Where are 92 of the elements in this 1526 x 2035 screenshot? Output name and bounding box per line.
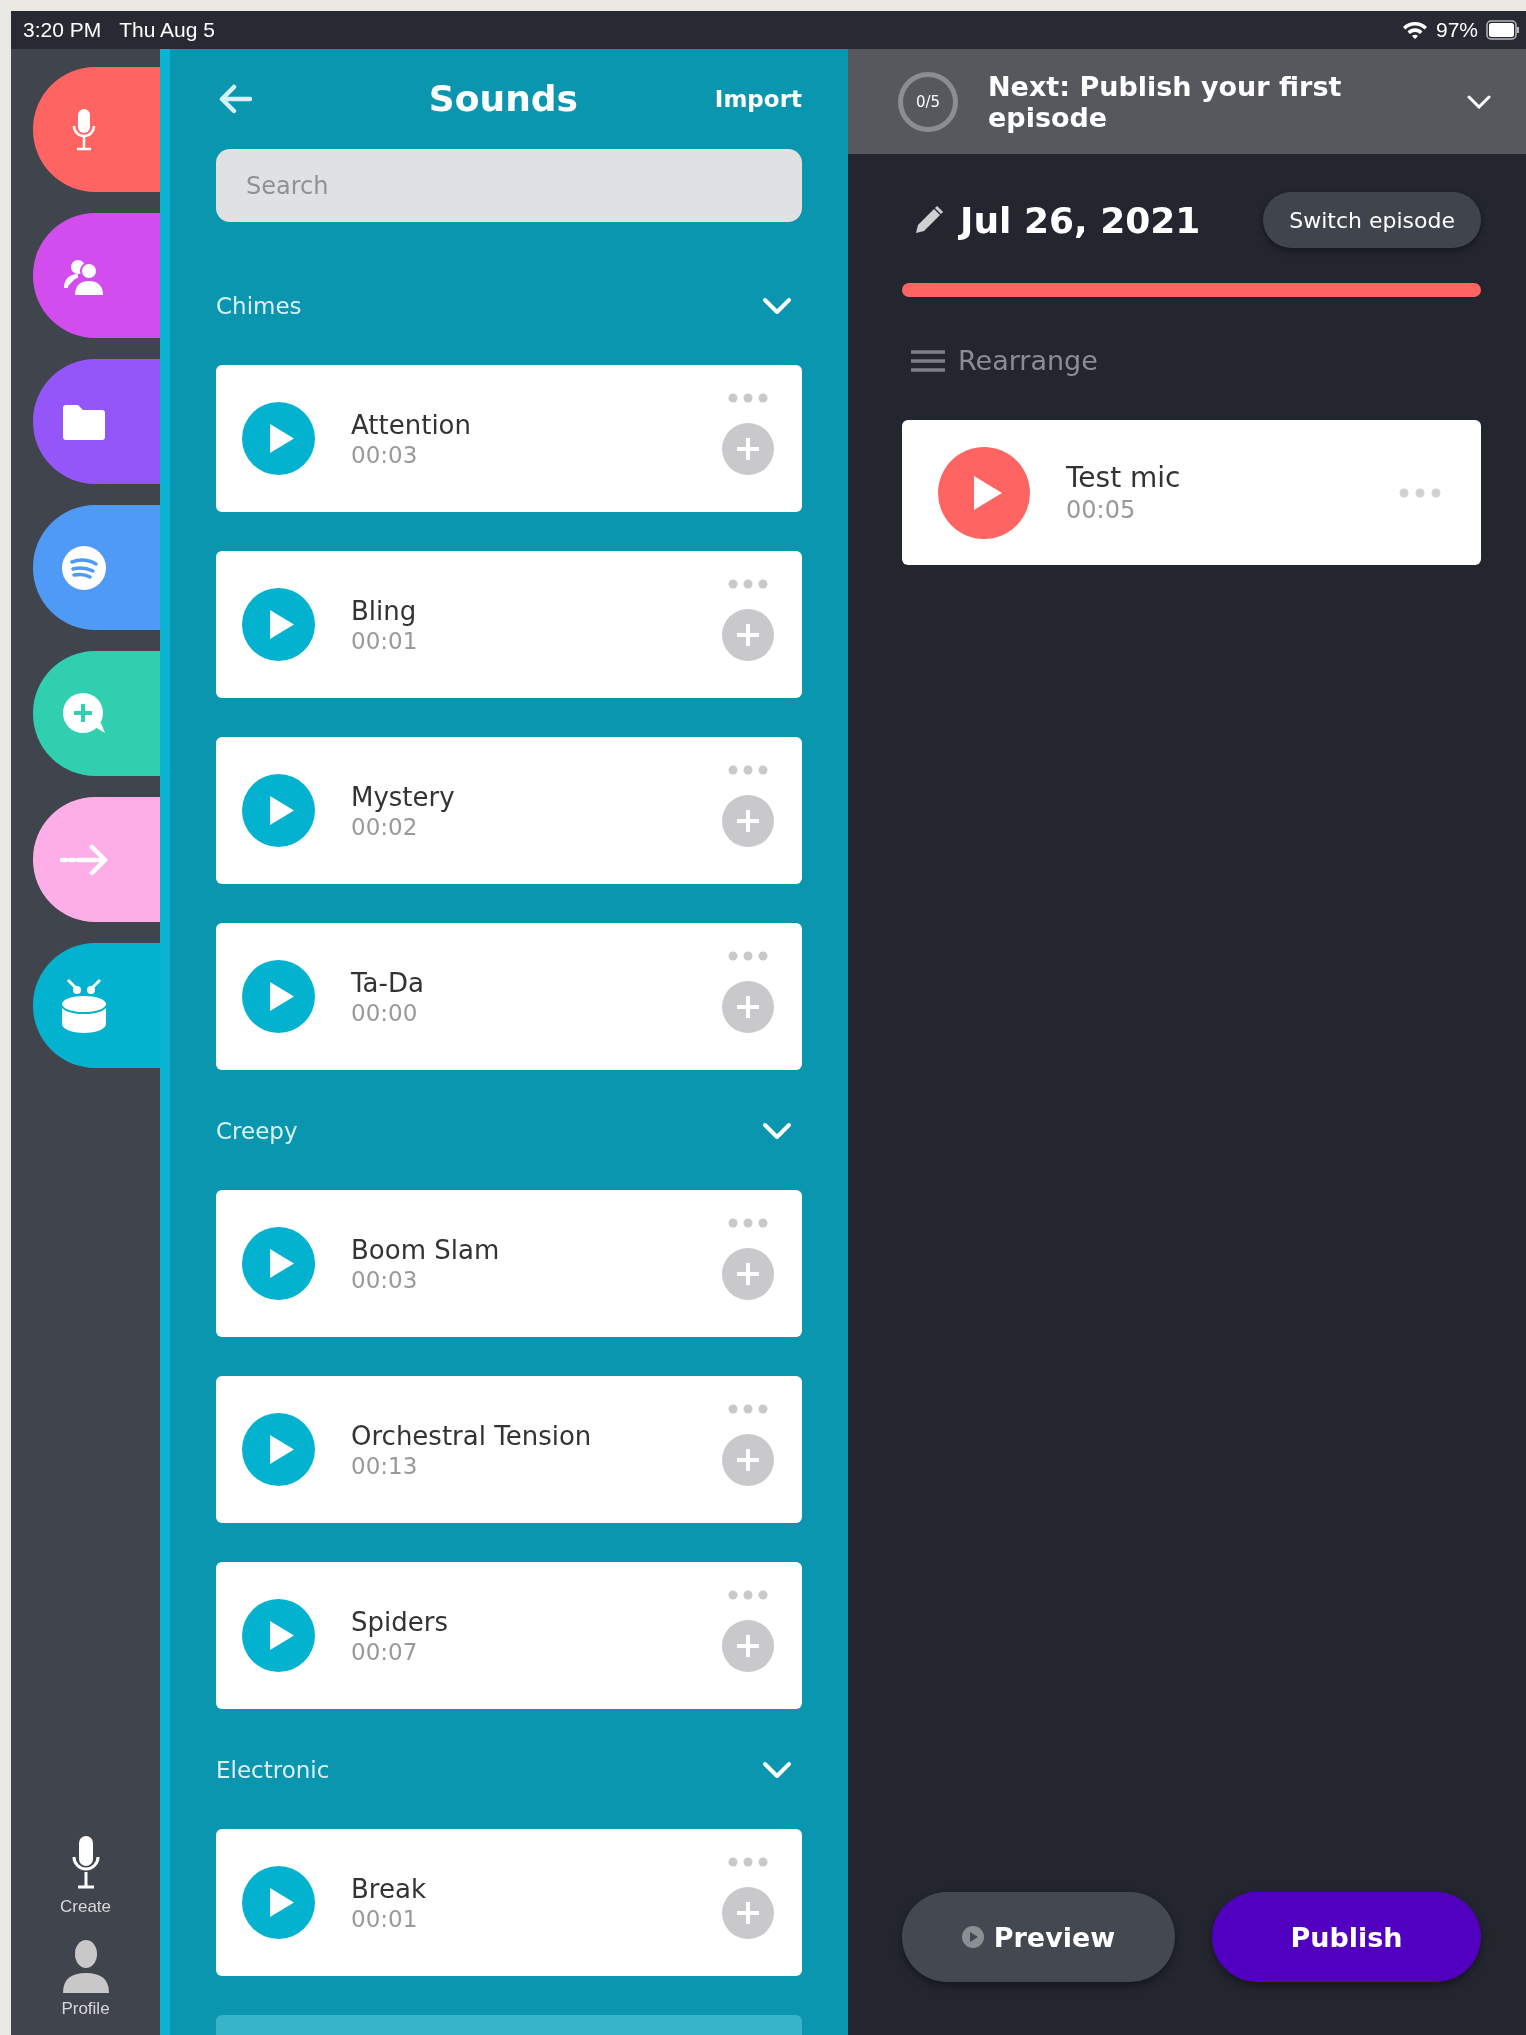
more-dots-icon[interactable]: [1399, 487, 1441, 498]
streaming-logo-icon: [61, 544, 107, 591]
more-dots-icon[interactable]: [728, 1856, 768, 1867]
more-dots-icon[interactable]: [728, 950, 768, 961]
play-button-icon[interactable]: [242, 402, 315, 475]
status-time: 3:20 PM: [23, 18, 102, 42]
add-icon[interactable]: [722, 1886, 774, 1939]
menu-lines-icon[interactable]: [910, 348, 946, 373]
play-button-icon[interactable]: [242, 1866, 315, 1939]
add-icon[interactable]: [722, 608, 774, 661]
folder-icon: [61, 402, 107, 441]
sound-name: Attention: [351, 409, 472, 440]
rail-label[interactable]: Profile: [61, 1999, 110, 2019]
microphone-icon[interactable]: [70, 1835, 101, 1891]
sound-card[interactable]: Mystery 00:02: [216, 737, 802, 884]
chevron-icon[interactable]: [762, 1122, 792, 1140]
play-button-icon[interactable]: [242, 1227, 315, 1300]
rearrange-label[interactable]: Rearrange: [958, 345, 1098, 376]
status-date: Thu Aug 5: [119, 18, 215, 42]
sound-duration: 00:03: [351, 1266, 419, 1293]
segment-name: Test mic: [1066, 461, 1182, 494]
panel-title: Sounds: [428, 78, 578, 119]
sound-name: Boom Slam: [351, 1234, 501, 1265]
sound-name: Break: [351, 1873, 427, 1904]
checklist-title: Next: Publish your first episode: [988, 70, 1343, 133]
rail-label[interactable]: Create: [60, 1897, 111, 1917]
sound-name: Mystery: [351, 781, 456, 812]
sound-duration: 00:01: [351, 627, 419, 654]
play-button-icon[interactable]: [242, 1413, 315, 1486]
sound-card[interactable]: Orchestral Tension 00:13: [216, 1376, 802, 1523]
more-dots-icon[interactable]: [728, 1217, 768, 1228]
sound-name: Bling: [351, 595, 418, 626]
sound-duration: 00:02: [351, 813, 419, 840]
play-button-icon[interactable]: [242, 774, 315, 847]
wifi-icon: [1401, 20, 1428, 40]
more-dots-icon[interactable]: [728, 1589, 768, 1600]
add-icon[interactable]: [722, 1433, 774, 1486]
nav-tab[interactable]: [33, 505, 160, 630]
nav-tab[interactable]: [33, 67, 160, 192]
search-field[interactable]: Search: [216, 149, 802, 222]
nav-tab[interactable]: [33, 651, 160, 776]
more-dots-icon[interactable]: [728, 1403, 768, 1414]
drum-icon: [60, 977, 108, 1034]
segment-duration: 00:05: [1066, 496, 1137, 524]
pencil-icon[interactable]: [914, 205, 944, 235]
chevron-icon[interactable]: [1467, 94, 1491, 109]
add-icon[interactable]: [722, 980, 774, 1033]
add-icon[interactable]: [722, 422, 774, 475]
sound-card[interactable]: Bling 00:01: [216, 551, 802, 698]
person-silhouette-icon[interactable]: [61, 1939, 110, 1993]
more-dots-icon[interactable]: [728, 392, 768, 403]
nav-tab[interactable]: [33, 943, 160, 1068]
episode-date: Jul 26, 2021: [960, 199, 1201, 241]
sound-duration: 00:00: [351, 999, 419, 1026]
sound-card[interactable]: Boom Slam 00:03: [216, 1190, 802, 1337]
chevron-icon[interactable]: [762, 297, 792, 315]
nav-tab[interactable]: [33, 797, 160, 922]
publish-button[interactable]: Publish: [1212, 1892, 1481, 1982]
battery-percent: 97%: [1435, 18, 1478, 42]
sound-card[interactable]: Attention 00:03: [216, 365, 802, 512]
segment-card[interactable]: Test mic 00:05: [902, 420, 1481, 565]
battery-icon: [1486, 20, 1520, 40]
sound-duration: 00:07: [351, 1638, 419, 1665]
sound-card[interactable]: Ta-Da 00:00: [216, 923, 802, 1070]
checklist-bar[interactable]: 0/5 Next: Publish your first episode: [848, 49, 1526, 154]
add-icon[interactable]: [722, 1247, 774, 1300]
progress-ring: 0/5: [898, 71, 958, 132]
microphone-icon: [72, 107, 96, 152]
add-icon[interactable]: [722, 1619, 774, 1672]
more-dots-icon[interactable]: [728, 764, 768, 775]
nav-tab[interactable]: [33, 359, 160, 484]
more-dots-icon[interactable]: [728, 578, 768, 589]
add-icon[interactable]: [722, 794, 774, 847]
preview-button[interactable]: Preview: [902, 1892, 1175, 1982]
play-icon: [961, 1926, 984, 1948]
sound-card[interactable]: Spiders 00:07: [216, 1562, 802, 1709]
play-button-icon[interactable]: [242, 1599, 315, 1672]
import-link[interactable]: Import: [714, 85, 802, 112]
play-button-icon[interactable]: [242, 588, 315, 661]
sound-name: Ta-Da: [351, 967, 425, 998]
sound-duration: 00:03: [351, 441, 419, 468]
switch-episode-button[interactable]: Switch episode: [1263, 192, 1481, 248]
sound-card[interactable]: Break 00:01: [216, 1829, 802, 1976]
sound-name: Orchestral Tension: [351, 1420, 593, 1451]
sound-duration: 00:01: [351, 1905, 419, 1932]
play-button-icon[interactable]: [938, 446, 1030, 539]
sound-name: Spiders: [351, 1606, 449, 1637]
play-button-icon[interactable]: [242, 960, 315, 1033]
sound-duration: 00:13: [351, 1452, 419, 1479]
nav-tab[interactable]: [33, 213, 160, 338]
chevron-icon[interactable]: [762, 1761, 792, 1779]
back-arrow-icon[interactable]: [218, 83, 252, 114]
